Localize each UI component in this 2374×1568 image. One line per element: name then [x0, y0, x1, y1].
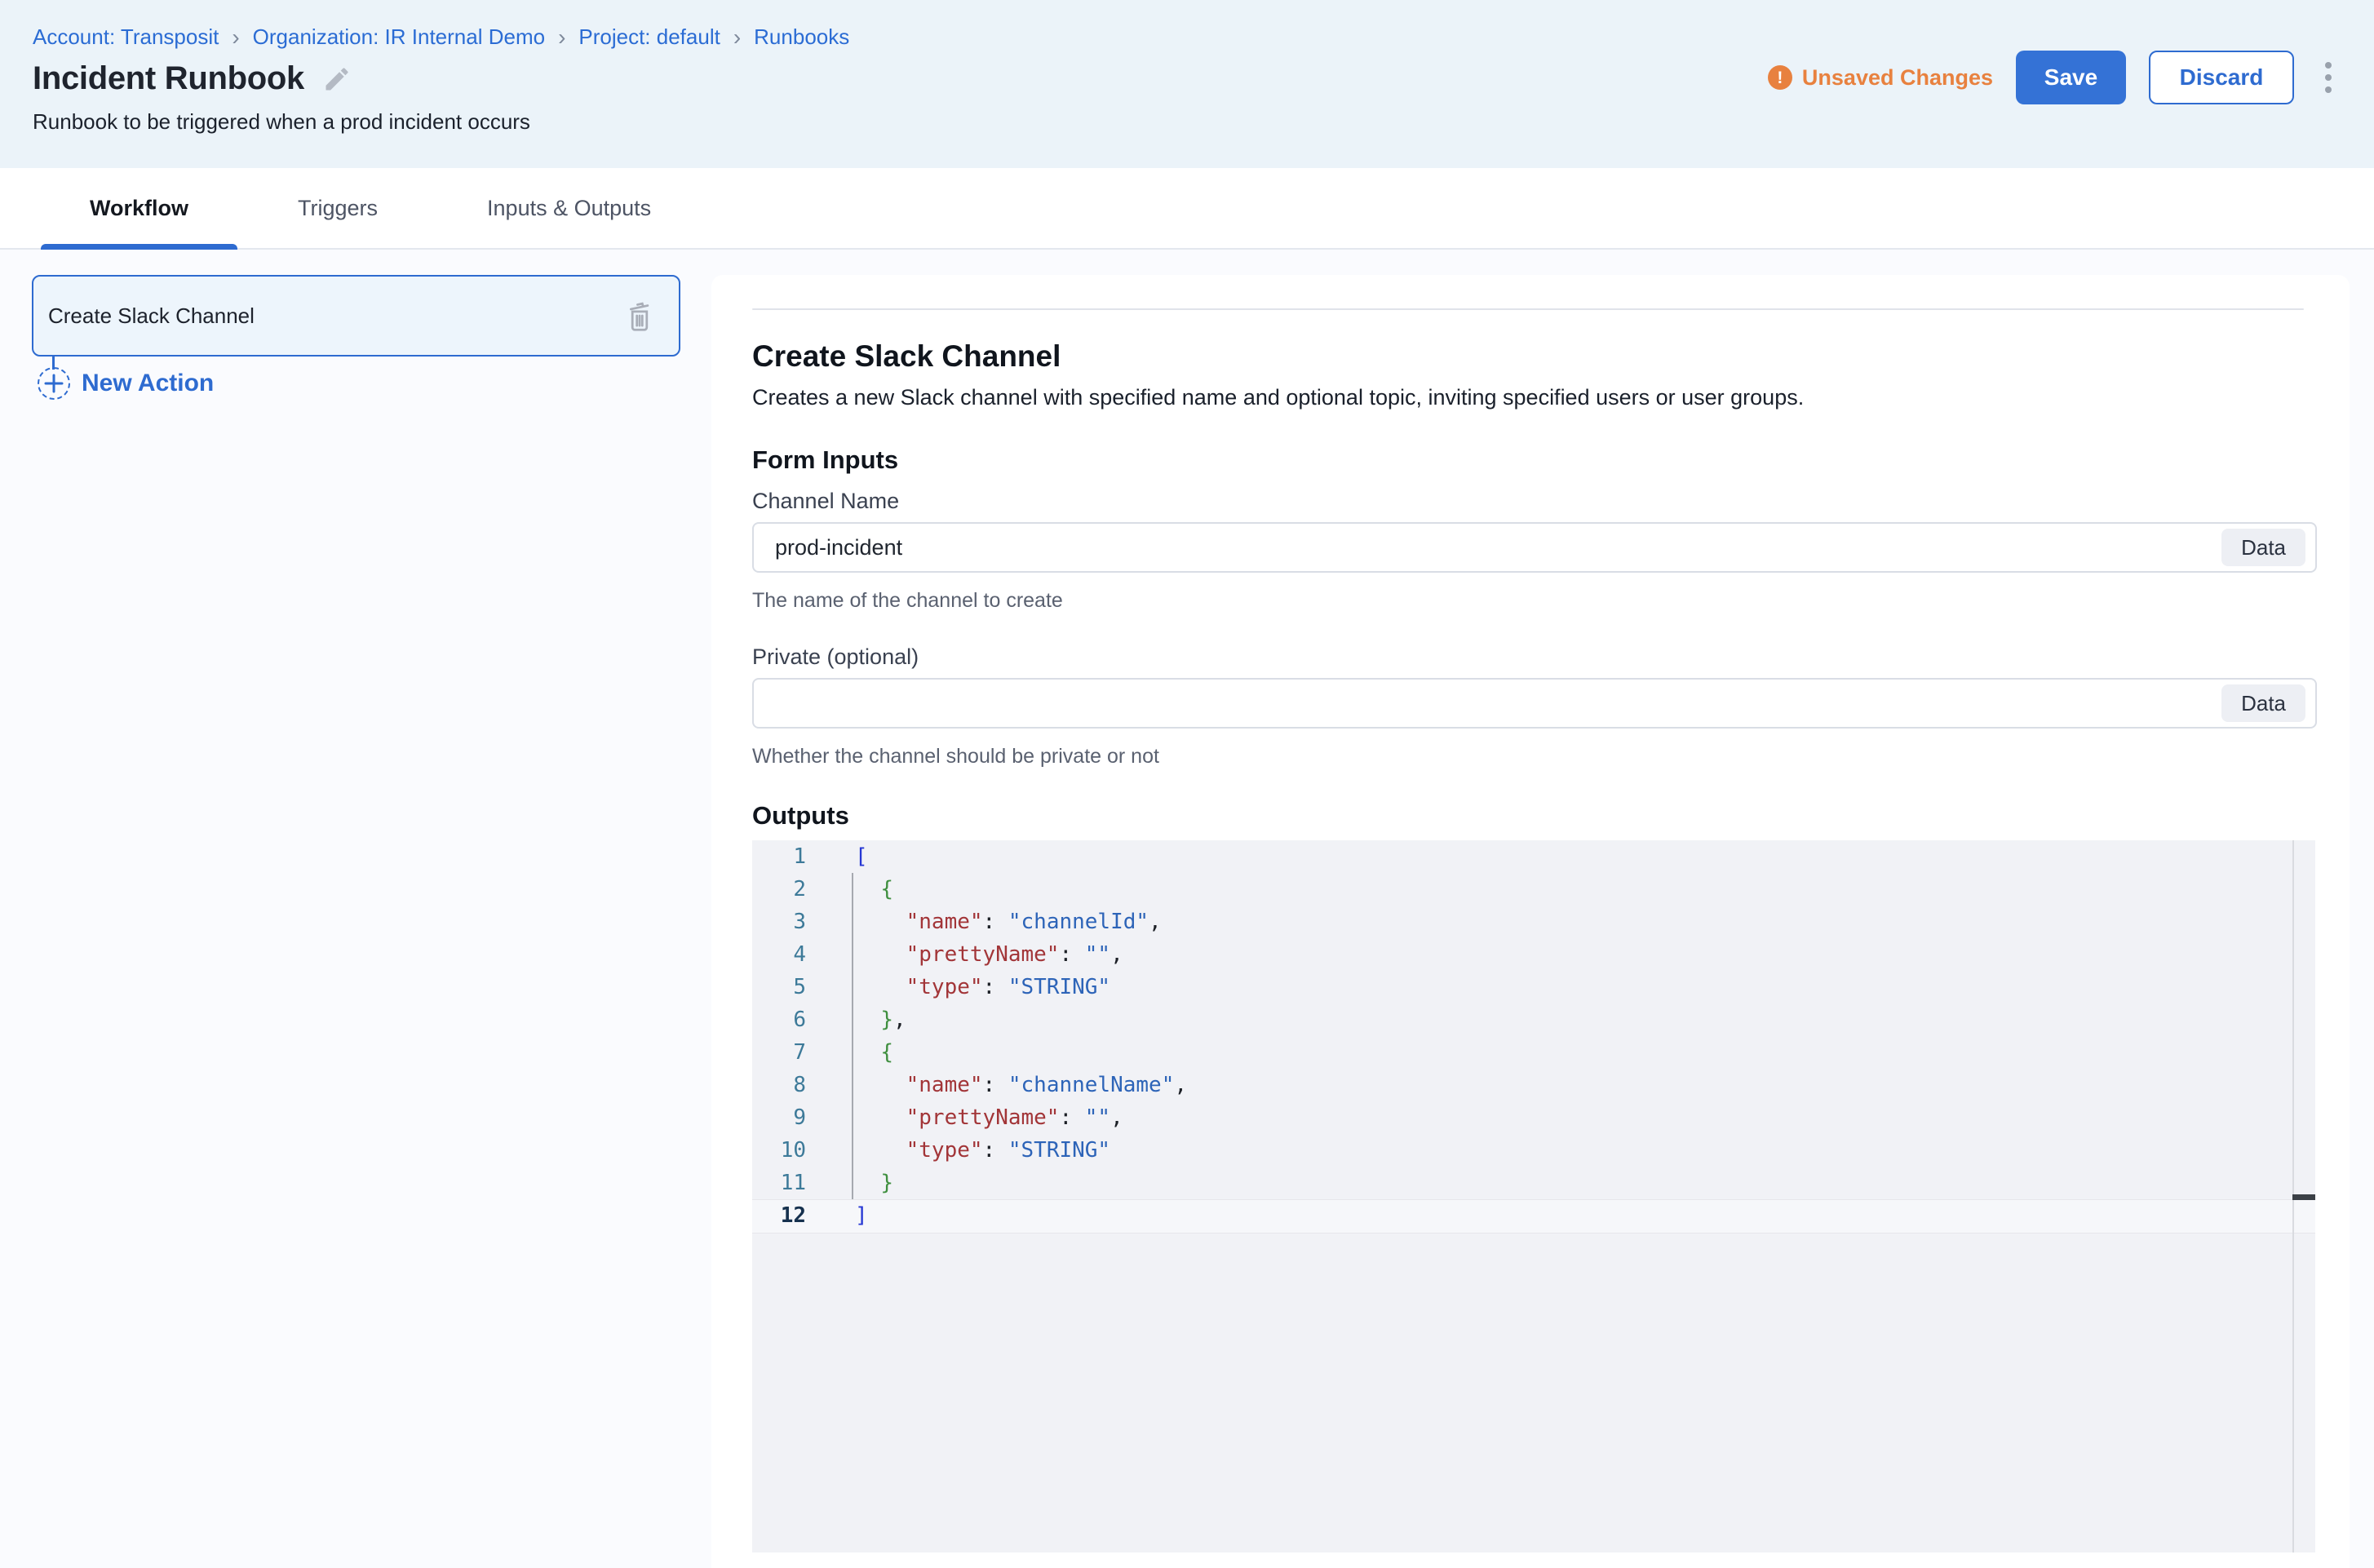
- plus-icon: [38, 367, 70, 400]
- tab-bar: Workflow Triggers Inputs & Outputs: [0, 168, 2374, 250]
- line-number: 2: [752, 873, 806, 906]
- code-line[interactable]: 5 "type": "STRING": [752, 971, 2315, 1003]
- code-text: ]: [855, 1199, 868, 1232]
- new-action-button[interactable]: New Action: [38, 367, 214, 400]
- private-helper: Whether the channel should be private or…: [752, 744, 2317, 768]
- code-line[interactable]: 2 {: [752, 873, 2315, 906]
- line-number: 9: [752, 1101, 806, 1134]
- channel-name-data-button[interactable]: Data: [2221, 529, 2305, 566]
- code-text: "prettyName": "",: [855, 938, 1123, 971]
- line-number: 5: [752, 971, 806, 1003]
- page-subtitle: Runbook to be triggered when a prod inci…: [33, 109, 530, 135]
- line-number: 12: [752, 1199, 806, 1232]
- edit-title-pencil-icon[interactable]: [322, 64, 352, 94]
- code-text: }: [855, 1167, 893, 1199]
- line-number: 8: [752, 1069, 806, 1101]
- outputs-heading: Outputs: [752, 801, 2317, 831]
- channel-name-helper: The name of the channel to create: [752, 588, 2317, 613]
- tab-inputs-outputs[interactable]: Inputs & Outputs: [438, 168, 700, 248]
- breadcrumb-separator: ›: [232, 27, 239, 48]
- discard-button[interactable]: Discard: [2149, 51, 2294, 104]
- code-line[interactable]: 1[: [752, 840, 2315, 873]
- code-text: "name": "channelName",: [855, 1069, 1187, 1101]
- line-number: 3: [752, 906, 806, 938]
- channel-name-label: Channel Name: [752, 488, 2317, 514]
- code-line[interactable]: 9 "prettyName": "",: [752, 1101, 2315, 1134]
- code-line[interactable]: 7 {: [752, 1036, 2315, 1069]
- breadcrumb-separator: ›: [558, 27, 565, 48]
- new-action-label: New Action: [82, 370, 214, 397]
- more-options-kebab-icon[interactable]: [2317, 57, 2340, 98]
- unsaved-changes-status: ! Unsaved Changes: [1768, 65, 1993, 91]
- breadcrumb-account[interactable]: Account: Transposit: [33, 24, 219, 50]
- line-number: 4: [752, 938, 806, 971]
- breadcrumb-organization[interactable]: Organization: IR Internal Demo: [253, 24, 545, 50]
- code-text: "prettyName": "",: [855, 1101, 1123, 1134]
- breadcrumb: Account: Transposit › Organization: IR I…: [33, 24, 849, 50]
- delete-step-button[interactable]: [622, 296, 658, 335]
- save-button[interactable]: Save: [2016, 51, 2126, 104]
- workflow-step-label: Create Slack Channel: [48, 303, 255, 329]
- channel-name-input-wrap: Data: [752, 522, 2317, 573]
- breadcrumb-separator: ›: [733, 27, 741, 48]
- tab-triggers-label: Triggers: [298, 196, 378, 221]
- line-number: 10: [752, 1134, 806, 1167]
- header-actions: ! Unsaved Changes Save Discard: [1768, 51, 2340, 104]
- code-text: "type": "STRING": [855, 971, 1110, 1003]
- code-line[interactable]: 3 "name": "channelId",: [752, 906, 2315, 938]
- line-number: 1: [752, 840, 806, 873]
- code-line[interactable]: 10 "type": "STRING": [752, 1134, 2315, 1167]
- active-tab-underline: [41, 244, 237, 250]
- breadcrumb-project[interactable]: Project: default: [578, 24, 720, 50]
- breadcrumb-runbooks[interactable]: Runbooks: [754, 24, 849, 50]
- outputs-code-editor[interactable]: 1[2 {3 "name": "channelId",4 "prettyName…: [752, 840, 2315, 1552]
- unsaved-changes-label: Unsaved Changes: [1802, 65, 1993, 91]
- code-text: {: [855, 1036, 893, 1069]
- private-input-wrap: Data: [752, 678, 2317, 729]
- code-text: "name": "channelId",: [855, 906, 1162, 938]
- warning-icon: !: [1768, 65, 1792, 90]
- workflow-section: Create Slack Channel New Action: [0, 250, 2374, 1568]
- tab-triggers[interactable]: Triggers: [249, 168, 427, 248]
- tab-workflow-label: Workflow: [90, 196, 188, 221]
- private-input[interactable]: [752, 678, 2317, 729]
- page-header: Account: Transposit › Organization: IR I…: [0, 0, 2374, 168]
- code-text: },: [855, 1003, 906, 1036]
- action-detail-panel: Create Slack Channel Creates a new Slack…: [711, 275, 2350, 1568]
- line-number: 7: [752, 1036, 806, 1069]
- code-line[interactable]: 8 "name": "channelName",: [752, 1069, 2315, 1101]
- top-divider: [752, 308, 2304, 310]
- code-text: {: [855, 873, 893, 906]
- tab-inputs-outputs-label: Inputs & Outputs: [487, 196, 651, 221]
- code-text: "type": "STRING": [855, 1134, 1110, 1167]
- line-number: 11: [752, 1167, 806, 1199]
- code-lines: 1[2 {3 "name": "channelId",4 "prettyName…: [752, 840, 2315, 1232]
- code-line[interactable]: 4 "prettyName": "",: [752, 938, 2315, 971]
- page-title: Incident Runbook: [33, 60, 304, 97]
- private-data-button[interactable]: Data: [2221, 684, 2305, 722]
- workflow-step-card[interactable]: Create Slack Channel: [32, 275, 680, 357]
- tab-workflow[interactable]: Workflow: [41, 168, 237, 248]
- private-label: Private (optional): [752, 644, 2317, 670]
- trash-icon: [622, 296, 658, 335]
- line-number: 6: [752, 1003, 806, 1036]
- code-line[interactable]: 11 }: [752, 1167, 2315, 1199]
- code-line[interactable]: 12]: [752, 1199, 2315, 1232]
- code-text: [: [855, 840, 868, 873]
- action-detail-title: Create Slack Channel: [752, 339, 2317, 374]
- form-inputs-heading: Form Inputs: [752, 445, 2317, 475]
- action-detail-description: Creates a new Slack channel with specifi…: [752, 383, 2317, 411]
- code-line[interactable]: 6 },: [752, 1003, 2315, 1036]
- channel-name-input[interactable]: [752, 522, 2317, 573]
